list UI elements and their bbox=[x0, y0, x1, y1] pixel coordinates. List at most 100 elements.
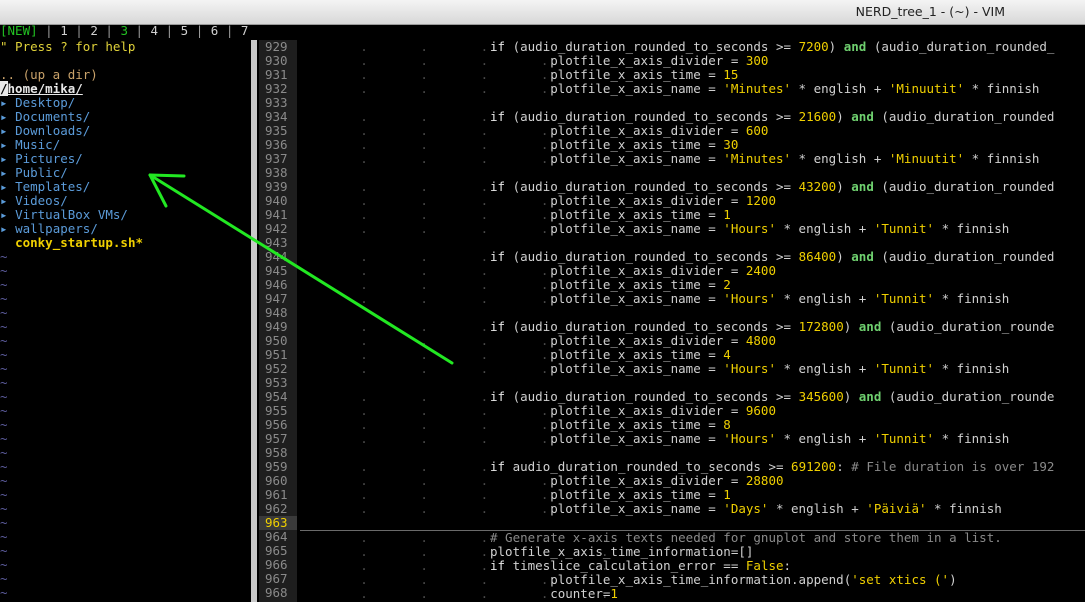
dir-label: Documents/ bbox=[15, 109, 91, 124]
tree-dir-item[interactable]: ▸ Videos/ bbox=[0, 194, 250, 208]
code-line[interactable]: . . . . . if (audio_duration_rounded_to_s… bbox=[300, 250, 1085, 264]
code-line[interactable]: . . . . . plotfile_x_axis_divider = 1200 bbox=[300, 194, 1085, 208]
tree-dir-item[interactable]: ▸ Desktop/ bbox=[0, 96, 250, 110]
code-line[interactable] bbox=[300, 446, 1085, 460]
code-line[interactable]: . . . . . if (audio_duration_rounded_to_s… bbox=[300, 110, 1085, 124]
code-line[interactable]: . . . . . plotfile_x_axis_name = 'Hours'… bbox=[300, 432, 1085, 446]
code-line[interactable]: . . . . . plotfile_x_axis_time = 4 bbox=[300, 348, 1085, 362]
line-number: 950 bbox=[265, 333, 288, 348]
code-line[interactable]: . . . . . counter=1 bbox=[300, 587, 1085, 601]
empty-line-marker: ~ bbox=[0, 277, 8, 292]
code-line[interactable]: . . . . . plotfile_x_axis_divider = 300 bbox=[300, 54, 1085, 68]
empty-line-marker: ~ bbox=[0, 361, 8, 376]
code-line[interactable]: . . . . . if timeslice_calculation_error … bbox=[300, 559, 1085, 573]
line-number: 961 bbox=[265, 487, 288, 502]
code-line[interactable]: . . . . . plotfile_x_axis_name = 'Hours'… bbox=[300, 222, 1085, 236]
code-line[interactable]: . . . . . plotfile_x_axis_name = 'Minute… bbox=[300, 152, 1085, 166]
tree-file-conky-startup[interactable]: conky_startup.sh* bbox=[0, 236, 250, 250]
up-a-dir-link[interactable]: .. (up a dir) bbox=[0, 68, 250, 82]
code-text: plotfile_x_axis_name = 'Days' * english … bbox=[490, 501, 1002, 516]
code-line[interactable]: . . . . . plotfile_x_axis_time = 2 bbox=[300, 278, 1085, 292]
code-line[interactable]: . . . . . plotfile_x_axis_name = 'Minute… bbox=[300, 82, 1085, 96]
tree-dir-item[interactable]: ▸ VirtualBox VMs/ bbox=[0, 208, 250, 222]
code-line[interactable]: . . . . . if (audio_duration_rounded_to_s… bbox=[300, 390, 1085, 404]
code-line[interactable]: . . . . . plotfile_x_axis_divider = 9600 bbox=[300, 404, 1085, 418]
line-number: 948 bbox=[265, 305, 288, 320]
code-line[interactable]: . . . . . plotfile_x_axis_divider = 2880… bbox=[300, 474, 1085, 488]
tree-dir-item[interactable]: ▸ Templates/ bbox=[0, 180, 250, 194]
dir-label: wallpapers/ bbox=[15, 221, 98, 236]
code-line[interactable]: . . . . . plotfile_x_axis_time = 15 bbox=[300, 68, 1085, 82]
code-text: counter=1 bbox=[490, 586, 618, 601]
tab-2[interactable]: 2 bbox=[90, 24, 98, 38]
tree-dir-item[interactable]: ▸ Music/ bbox=[0, 138, 250, 152]
code-line[interactable]: . . . . . if (audio_duration_rounded_to_s… bbox=[300, 40, 1085, 54]
code-editor[interactable]: . . . . . if (audio_duration_rounded_to_s… bbox=[300, 40, 1085, 602]
code-text: plotfile_x_axis_divider = 9600 bbox=[490, 403, 776, 418]
code-line[interactable] bbox=[300, 516, 1085, 531]
line-number: 936 bbox=[265, 137, 288, 152]
code-line[interactable]: . . . . . if (audio_duration_rounded_to_s… bbox=[300, 180, 1085, 194]
empty-line-marker: ~ bbox=[0, 501, 8, 516]
collapsed-arrow-icon: ▸ bbox=[0, 151, 16, 166]
code-text: plotfile_x_axis_divider = 1200 bbox=[490, 193, 776, 208]
code-line[interactable] bbox=[300, 376, 1085, 390]
code-text: plotfile_x_axis_time = 1 bbox=[490, 487, 731, 502]
code-line[interactable]: . . . . . plotfile_x_axis_time = 8 bbox=[300, 418, 1085, 432]
line-number: 929 bbox=[265, 39, 288, 54]
code-line[interactable] bbox=[300, 166, 1085, 180]
empty-line-marker: ~ bbox=[0, 403, 8, 418]
tab-1[interactable]: 1 bbox=[60, 24, 68, 38]
code-line[interactable]: . . . . . plotfile_x_axis_time_informatio… bbox=[300, 545, 1085, 559]
dir-label: Desktop/ bbox=[15, 95, 76, 110]
code-line[interactable]: . . . . . plotfile_x_axis_name = 'Hours'… bbox=[300, 292, 1085, 306]
line-number: 951 bbox=[265, 347, 288, 362]
code-line[interactable]: . . . . . plotfile_x_axis_time_informati… bbox=[300, 573, 1085, 587]
empty-line-marker: ~ bbox=[0, 319, 8, 334]
code-line[interactable] bbox=[300, 306, 1085, 320]
empty-line-marker: ~ bbox=[0, 473, 8, 488]
window-vertical-split[interactable] bbox=[251, 40, 257, 602]
code-line[interactable] bbox=[300, 236, 1085, 250]
line-number: 942 bbox=[265, 221, 288, 236]
line-number: 940 bbox=[265, 193, 288, 208]
code-line[interactable]: . . . . . plotfile_x_axis_divider = 600 bbox=[300, 124, 1085, 138]
tab-3[interactable]: 3 bbox=[120, 24, 128, 38]
tree-dir-item[interactable]: ▸ Documents/ bbox=[0, 110, 250, 124]
code-line[interactable]: . . . . . # Generate x-axis texts needed … bbox=[300, 531, 1085, 545]
code-line[interactable]: . . . . . plotfile_x_axis_time = 1 bbox=[300, 208, 1085, 222]
tab-separator: | bbox=[67, 23, 91, 38]
empty-line-marker: ~ bbox=[0, 389, 8, 404]
tab-7[interactable]: 7 bbox=[241, 24, 249, 38]
tab-4[interactable]: 4 bbox=[151, 24, 159, 38]
code-line[interactable]: . . . . . plotfile_x_axis_name = 'Hours'… bbox=[300, 362, 1085, 376]
line-number: 945 bbox=[265, 263, 288, 278]
line-number: 956 bbox=[265, 417, 288, 432]
code-line[interactable] bbox=[300, 96, 1085, 110]
nerdtree-root-path[interactable]: /home/mika/ bbox=[0, 81, 250, 96]
tree-dir-item[interactable]: ▸ Downloads/ bbox=[0, 124, 250, 138]
tab-new[interactable]: [NEW] bbox=[0, 24, 38, 38]
line-number: 949 bbox=[265, 319, 288, 334]
tree-dir-item[interactable]: ▸ Pictures/ bbox=[0, 152, 250, 166]
empty-line-marker: ~ bbox=[0, 445, 8, 460]
code-text: plotfile_x_axis_time_information.append(… bbox=[490, 572, 957, 587]
code-line[interactable]: . . . . . if (audio_duration_rounded_to_s… bbox=[300, 320, 1085, 334]
tab-separator: | bbox=[127, 23, 151, 38]
code-text: plotfile_x_axis_divider = 300 bbox=[490, 53, 769, 68]
code-line[interactable]: . . . . . plotfile_x_axis_time = 30 bbox=[300, 138, 1085, 152]
tree-dir-item[interactable]: ▸ Public/ bbox=[0, 166, 250, 180]
code-line[interactable]: . . . . . plotfile_x_axis_time = 1 bbox=[300, 488, 1085, 502]
line-number: 962 bbox=[265, 501, 288, 516]
collapsed-arrow-icon: ▸ bbox=[0, 179, 16, 194]
code-line[interactable]: . . . . . if audio_duration_rounded_to_se… bbox=[300, 460, 1085, 474]
code-text: # Generate x-axis texts needed for gnupl… bbox=[490, 530, 1002, 545]
tree-dir-item[interactable]: ▸ wallpapers/ bbox=[0, 222, 250, 236]
collapsed-arrow-icon: ▸ bbox=[0, 109, 16, 124]
code-line[interactable]: . . . . . plotfile_x_axis_name = 'Days' … bbox=[300, 502, 1085, 516]
line-number-gutter: 929 930 931 932 933 934 935 936 937 938 939 940 941 9… bbox=[259, 40, 297, 602]
code-line[interactable]: . . . . . plotfile_x_axis_divider = 4800 bbox=[300, 334, 1085, 348]
line-number: 963 bbox=[259, 516, 297, 530]
dir-label: Pictures/ bbox=[15, 151, 83, 166]
code-line[interactable]: . . . . . plotfile_x_axis_divider = 2400 bbox=[300, 264, 1085, 278]
